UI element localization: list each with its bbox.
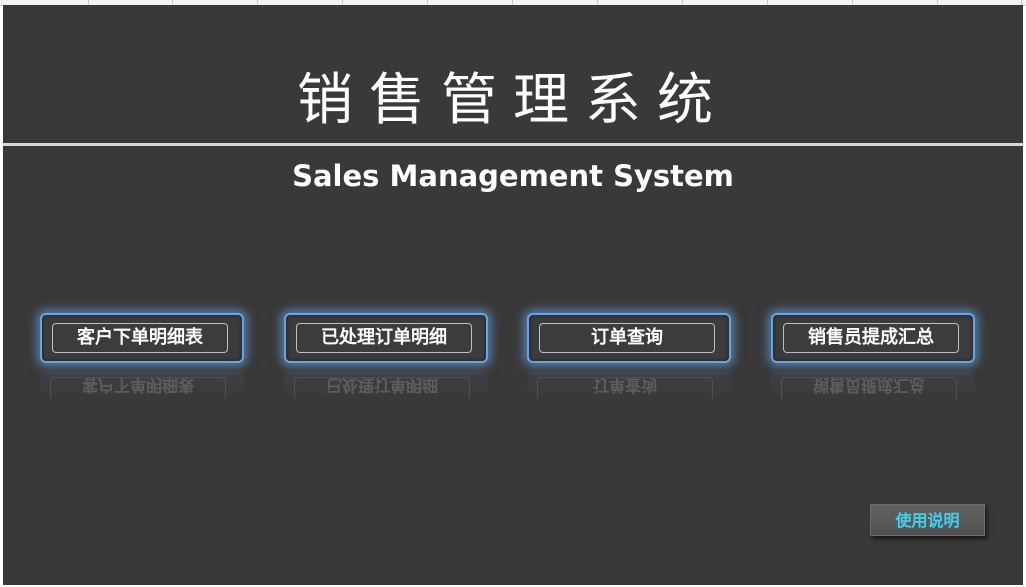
nav-button-label: 订单查询 bbox=[539, 323, 715, 353]
dashboard-sheet: 销售管理系统 Sales Management System 客户下单明细表 客… bbox=[3, 5, 1023, 585]
nav-button-label: 客户下单明细表 bbox=[52, 323, 228, 353]
nav-button-customer-orders[interactable]: 客户下单明细表 bbox=[40, 313, 244, 363]
page-title: 销售管理系统 bbox=[297, 68, 729, 133]
reflection-text: 销售员提成汇总 bbox=[781, 376, 957, 399]
nav-button-sales-commission[interactable]: 销售员提成汇总 bbox=[771, 313, 975, 363]
nav-button-label: 销售员提成汇总 bbox=[783, 323, 959, 353]
page-subtitle: Sales Management System bbox=[292, 159, 734, 193]
nav-button-reflection: 客户下单明细表 bbox=[40, 371, 244, 399]
reflection-text: 已处理订单明细 bbox=[294, 376, 470, 399]
nav-button-reflection: 销售员提成汇总 bbox=[771, 371, 975, 399]
nav-button-reflection: 订单查询 bbox=[527, 371, 731, 399]
nav-button-order-query[interactable]: 订单查询 bbox=[527, 313, 731, 363]
nav-button-processed-orders[interactable]: 已处理订单明细 bbox=[284, 313, 488, 363]
nav-button-reflection: 已处理订单明细 bbox=[284, 371, 488, 399]
reflection-text: 客户下单明细表 bbox=[50, 376, 226, 399]
nav-button-label: 已处理订单明细 bbox=[296, 323, 472, 353]
title-divider bbox=[3, 143, 1023, 146]
reflection-text: 订单查询 bbox=[537, 376, 713, 399]
help-button[interactable]: 使用说明 bbox=[870, 504, 985, 536]
